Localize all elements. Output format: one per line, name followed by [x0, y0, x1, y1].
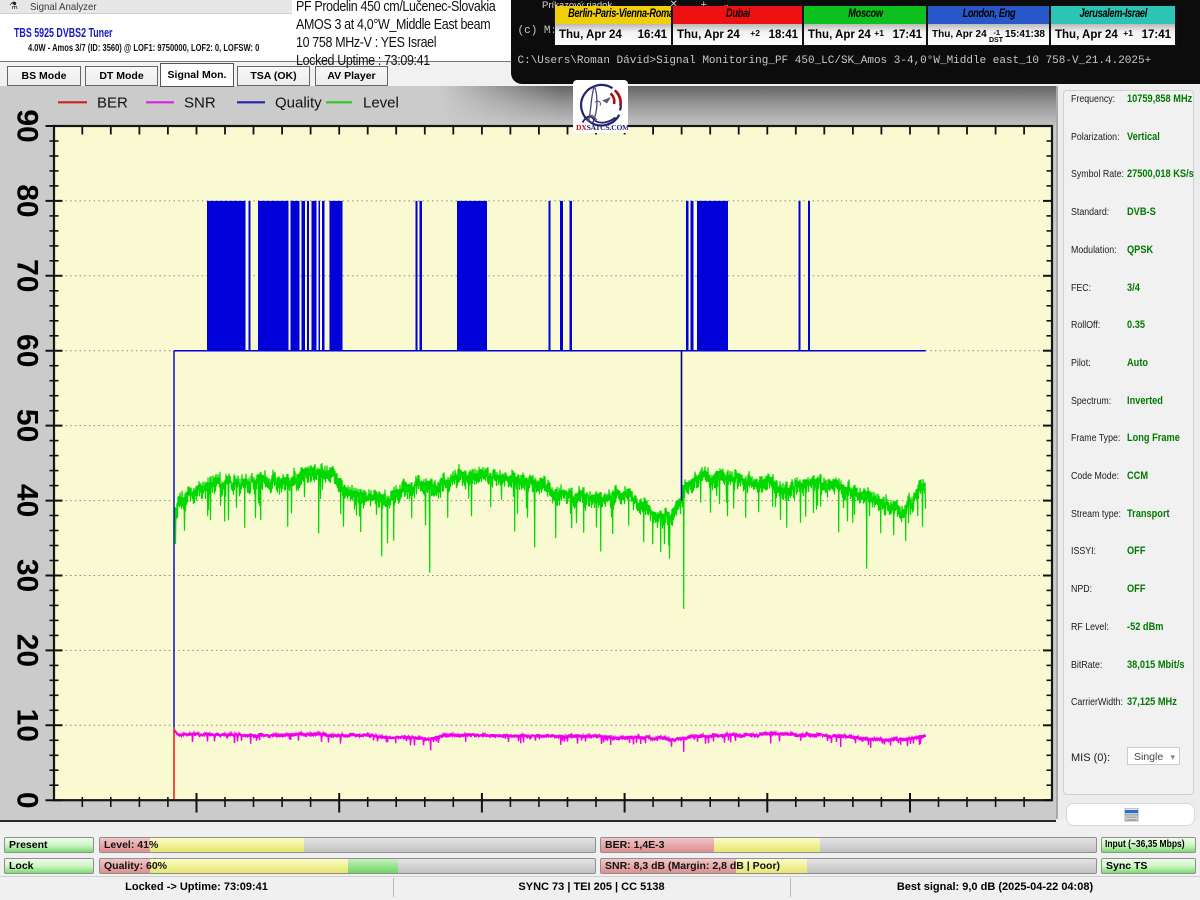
svg-text:60: 60	[11, 334, 44, 367]
svg-text:BER: BER	[97, 95, 128, 112]
svg-text:SNR: SNR	[184, 95, 216, 112]
svg-text:Level: Level	[363, 95, 399, 112]
svg-text:DXSATCS.COM: DXSATCS.COM	[576, 123, 628, 132]
svg-text:Quality: Quality	[275, 95, 322, 112]
svg-text:70: 70	[11, 259, 44, 292]
svg-text:50: 50	[11, 409, 44, 442]
svg-text:10: 10	[11, 709, 44, 742]
svg-text:80: 80	[11, 184, 44, 217]
svg-text:90: 90	[11, 109, 44, 142]
svg-text:0: 0	[11, 792, 44, 809]
svg-text:40: 40	[11, 484, 44, 517]
svg-text:30: 30	[11, 559, 44, 592]
svg-text:20: 20	[11, 634, 44, 667]
